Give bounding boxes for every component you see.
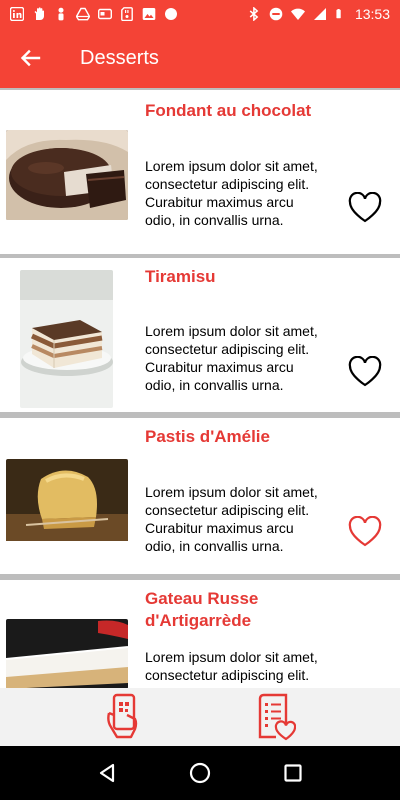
dessert-title: Tiramisu (145, 267, 216, 286)
screen: 13:53 Desserts Fondant au chocolat Lorem… (0, 0, 400, 800)
tab-favorites[interactable] (245, 690, 305, 744)
card-icon (98, 8, 112, 20)
list-item[interactable]: Gateau Russe d'Artigarrède Lorem ipsum d… (0, 580, 400, 688)
dessert-description: Lorem ipsum dolor sit amet, consectetur … (145, 323, 318, 393)
favorite-button[interactable] (346, 191, 384, 225)
app-bar: Desserts (0, 28, 400, 88)
clock-time: 13:53 (354, 6, 390, 22)
favorite-button[interactable] (346, 515, 384, 549)
dessert-title: Gateau Russe d'Artigarrède (145, 589, 259, 630)
arrow-back-icon (20, 49, 41, 67)
list-item[interactable]: Pastis d'Amélie Lorem ipsum dolor sit am… (0, 418, 400, 574)
status-notifications (10, 7, 178, 21)
heart-outline-icon (348, 192, 382, 223)
home-circle-icon (189, 762, 211, 784)
tab-scan[interactable] (95, 690, 155, 744)
dessert-description: Lorem ipsum dolor sit amet, consectetur … (145, 484, 318, 554)
sd-card-icon (121, 7, 133, 21)
heart-outline-icon (348, 516, 382, 547)
bluetooth-icon (249, 7, 259, 21)
linkedin-icon (10, 7, 24, 21)
dessert-title: Pastis d'Amélie (145, 427, 270, 446)
signal-icon (313, 8, 326, 20)
dessert-image-gateau-russe (6, 619, 128, 688)
do-not-disturb-icon (269, 7, 283, 21)
recents-square-icon (284, 764, 302, 782)
favorite-button[interactable] (346, 355, 384, 389)
nav-back-button[interactable] (87, 753, 127, 793)
circle-icon (165, 8, 177, 20)
list-item[interactable]: Fondant au chocolat Lorem ipsum dolor si… (0, 90, 400, 254)
system-nav-bar (0, 746, 400, 800)
person-icon (58, 7, 64, 21)
drive-icon (76, 7, 90, 21)
nav-recents-button[interactable] (273, 753, 313, 793)
heart-outline-icon (348, 356, 382, 387)
dessert-image-fondant (6, 130, 128, 220)
bottom-tab-bar (0, 688, 400, 746)
page-title: Desserts (80, 46, 159, 69)
back-triangle-icon (99, 763, 114, 783)
status-system: 13:53 (247, 6, 390, 22)
nav-home-button[interactable] (180, 753, 220, 793)
dessert-list[interactable]: Fondant au chocolat Lorem ipsum dolor si… (0, 88, 400, 688)
dessert-title: Fondant au chocolat (145, 101, 312, 120)
list-item[interactable]: Tiramisu Lorem ipsum dolor sit amet, con… (0, 258, 400, 412)
favorites-list-icon (258, 693, 296, 741)
wifi-icon (290, 8, 305, 20)
dessert-image-pastis (6, 459, 128, 549)
hand-icon (34, 7, 44, 21)
dessert-image-tiramisu (20, 270, 113, 408)
status-bar: 13:53 (0, 0, 400, 28)
back-button[interactable] (2, 28, 58, 88)
battery-icon (336, 9, 341, 19)
dessert-description: Lorem ipsum dolor sit amet, consectetur … (145, 158, 318, 228)
image-icon (142, 8, 156, 20)
dessert-description: Lorem ipsum dolor sit amet, consectetur … (145, 649, 318, 688)
phone-qr-hand-icon (107, 693, 138, 739)
